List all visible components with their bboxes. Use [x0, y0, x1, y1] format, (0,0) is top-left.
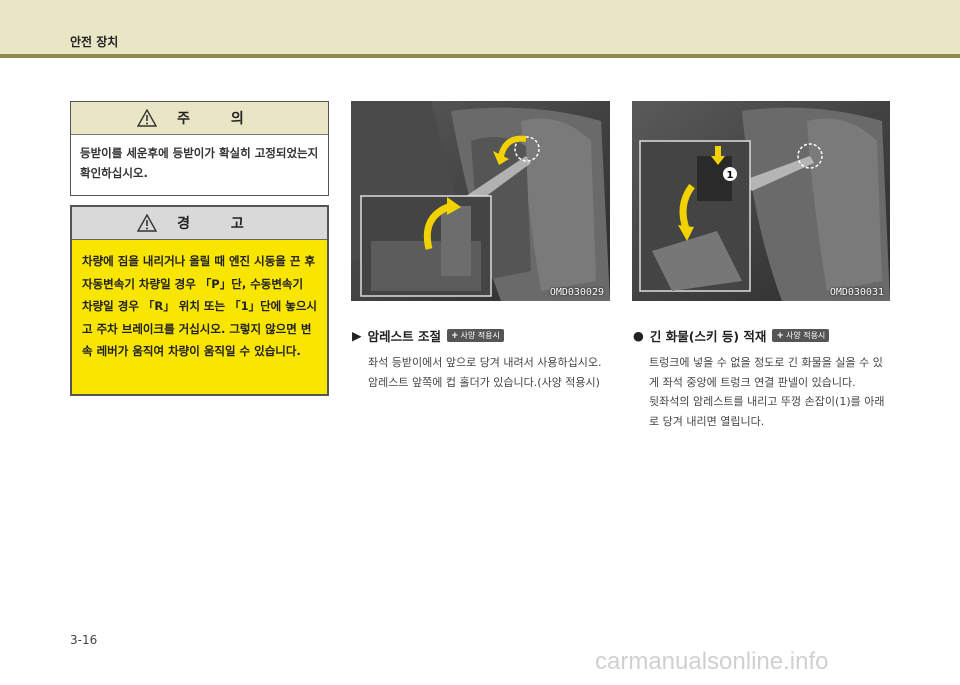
warning-box: 경 고 차량에 짐을 내리거나 올릴 때 엔진 시동을 끈 후 자동변속기 차량…	[70, 205, 329, 396]
page-number: 3-16	[70, 633, 98, 647]
paragraph: 뒷좌석의 암레스트를 내리고 뚜껑 손잡이(1)를 아래로 당겨 내리면 열립니…	[649, 395, 885, 428]
caution-header: 주 의	[71, 102, 328, 135]
section-long-cargo-title: ● 긴 화물(스키 등) 적재 + 사양 적용시	[633, 326, 830, 345]
image-code-label: OMD030029	[549, 287, 604, 298]
section-long-cargo-body: 트렁크에 넣을 수 없을 정도로 긴 화물을 실을 수 있게 좌석 중앙에 트렁…	[649, 353, 890, 431]
callout-number: 1	[727, 170, 734, 181]
header-divider	[0, 54, 960, 58]
paragraph: 암레스트 앞쪽에 컵 홀더가 있습니다.(사양 적용시)	[368, 375, 600, 389]
plus-icon: +	[776, 330, 784, 341]
warning-header: 경 고	[72, 207, 327, 240]
paragraph: 좌석 등받이에서 앞으로 당겨 내려서 사용하십시오.	[368, 356, 602, 369]
bullet-circle-icon: ●	[633, 328, 644, 343]
caution-body: 등받이를 세운후에 등받이가 확실히 고정되었는지 확인하십시오.	[80, 146, 319, 180]
caution-box: 주 의 등받이를 세운후에 등받이가 확실히 고정되었는지 확인하십시오.	[70, 101, 329, 196]
bullet-triangle-icon: ▶	[352, 328, 362, 343]
header-title: 안전 장치	[70, 35, 119, 49]
warning-triangle-icon	[137, 214, 158, 232]
warning-title: 경 고	[177, 216, 262, 232]
section-title-text: 긴 화물(스키 등) 적재	[649, 329, 767, 344]
trunk-passthrough-illustration: 1	[632, 101, 890, 301]
warning-triangle-icon	[137, 109, 158, 127]
image-code-label: OMD030031	[829, 287, 884, 298]
badge-label: 사양 적용시	[460, 331, 500, 340]
armrest-photo: OMD030029	[351, 101, 610, 301]
badge-label: 사양 적용시	[785, 331, 826, 340]
page-header: 안전 장치	[0, 0, 960, 56]
plus-icon: +	[450, 330, 459, 341]
option-badge: + 사양 적용시	[772, 329, 830, 342]
section-title-text: 암레스트 조절	[367, 329, 441, 344]
warning-body: 차량에 짐을 내리거나 올릴 때 엔진 시동을 끈 후 자동변속기 차량일 경우…	[82, 254, 317, 358]
armrest-illustration	[351, 101, 610, 301]
paragraph: 트렁크에 넣을 수 없을 정도로 긴 화물을 실을 수 있게 좌석 중앙에 트렁…	[649, 356, 883, 389]
watermark: carmanualsonline.info	[595, 648, 829, 675]
trunk-passthrough-photo: 1 OMD030031	[632, 101, 890, 301]
section-armrest-title: ▶ 암레스트 조절 + 사양 적용시	[352, 326, 504, 345]
caution-title: 주 의	[177, 111, 262, 127]
option-badge: + 사양 적용시	[446, 329, 504, 342]
section-armrest-body: 좌석 등받이에서 앞으로 당겨 내려서 사용하십시오. 암레스트 앞쪽에 컵 홀…	[368, 353, 610, 392]
